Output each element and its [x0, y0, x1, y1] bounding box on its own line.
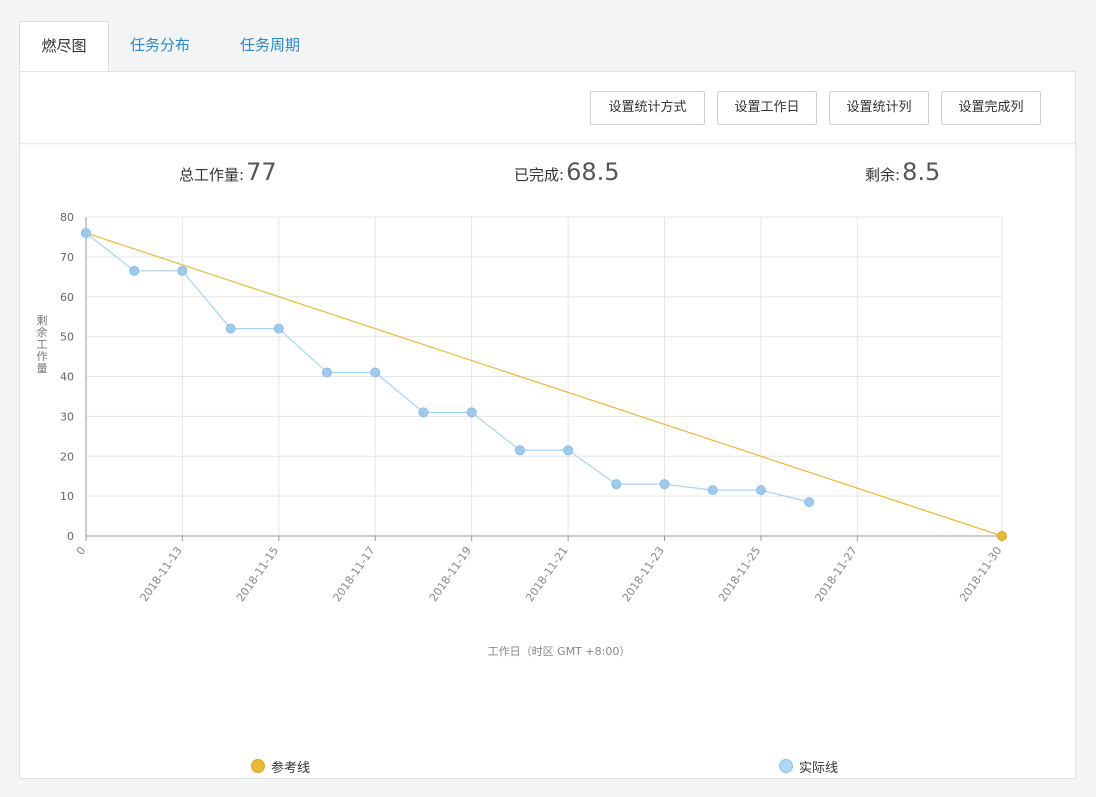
actual-data-point [466, 407, 477, 418]
x-tick-label: 2018-11-23 [620, 544, 667, 604]
y-tick-label: 50 [60, 331, 74, 344]
x-tick-label: 2018-11-15 [234, 544, 281, 604]
legend-reference-marker [251, 759, 265, 773]
actual-data-point [755, 485, 766, 496]
actual-data-point [81, 227, 91, 238]
actual-data-point [804, 497, 815, 508]
x-tick-label: 0 [74, 544, 89, 557]
legend-actual-marker [779, 759, 793, 773]
y-axis-label: 剩余工作量 [37, 314, 48, 375]
actual-data-point [370, 367, 381, 378]
tab-task-distribution[interactable]: 任务分布 [130, 21, 190, 71]
actual-series-line [85, 232, 810, 503]
actual-data-point [273, 323, 284, 334]
actual-data-point [563, 445, 574, 456]
x-tick-label: 2018-11-21 [523, 544, 570, 604]
x-tick-label: 2018-11-30 [957, 544, 1004, 604]
legend-actual-line[interactable]: 实际线 [779, 754, 838, 778]
y-tick-label: 0 [67, 530, 74, 543]
actual-data-point [659, 479, 670, 490]
actual-data-point [707, 485, 718, 496]
y-tick-label: 20 [60, 450, 74, 463]
legend-reference-line[interactable]: 参考线 [251, 754, 310, 778]
reference-series-line [85, 232, 1003, 537]
legend-reference-label: 参考线 [271, 760, 311, 776]
actual-data-point [418, 407, 429, 418]
y-tick-label: 40 [60, 371, 74, 384]
x-tick-label: 2018-11-17 [330, 544, 377, 604]
tab-bar: 燃尽图 任务分布 任务周期 [19, 21, 1077, 72]
x-tick-label: 2018-11-27 [813, 544, 860, 604]
x-axis-label: 工作日（时区 GMT +8:00） [488, 645, 631, 658]
burndown-chart: 0 10 20 30 40 50 60 70 80 0 2018-11-13 2018-11-15 20… [37, 211, 1007, 658]
burndown-panel: 设置统计方式 设置工作日 设置统计列 设置完成列 总工作量:77 已完成:68.… [19, 71, 1076, 779]
x-tick-label: 2018-11-19 [427, 544, 474, 604]
x-tick-label: 2018-11-25 [716, 544, 763, 604]
y-tick-label: 10 [60, 490, 74, 503]
y-tick-label: 70 [60, 251, 74, 264]
tab-burndown[interactable]: 燃尽图 [19, 21, 109, 72]
x-tick-label: 2018-11-13 [138, 544, 185, 604]
tab-task-cycle[interactable]: 任务周期 [240, 21, 300, 71]
actual-data-point [129, 265, 140, 276]
y-tick-label: 30 [60, 410, 74, 423]
actual-data-point [611, 479, 622, 490]
y-tick-label: 80 [60, 211, 74, 224]
legend-actual-label: 实际线 [799, 760, 839, 776]
reference-end-point [997, 531, 1007, 541]
y-tick-label: 60 [60, 291, 74, 304]
actual-data-point [225, 323, 236, 334]
actual-data-point [514, 445, 525, 456]
actual-data-point [177, 265, 188, 276]
actual-data-point [322, 367, 333, 378]
